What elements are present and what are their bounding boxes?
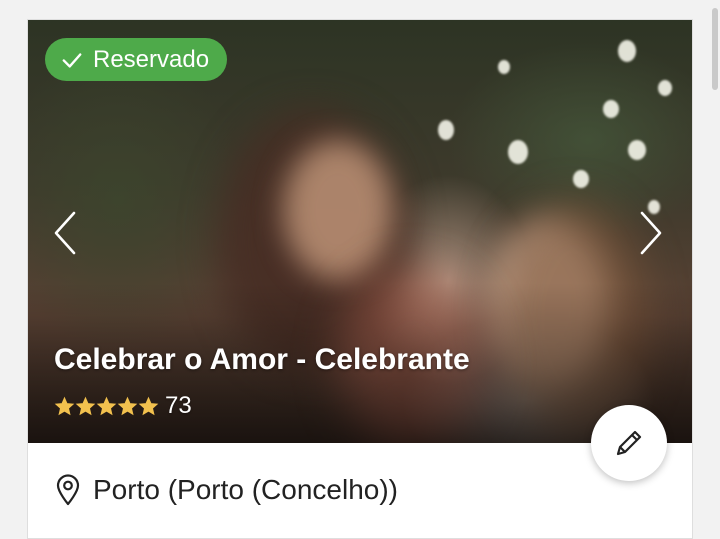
star-icon (117, 396, 138, 415)
star-icon (138, 396, 159, 415)
status-badge: Reservado (45, 38, 228, 81)
star-icon (75, 396, 96, 415)
review-count: 73 (165, 392, 192, 419)
pencil-icon (616, 430, 642, 456)
edit-button[interactable] (591, 405, 667, 481)
chevron-left-icon[interactable] (50, 210, 80, 256)
chevron-right-icon[interactable] (636, 210, 666, 256)
vendor-photo[interactable]: Reservado Celebrar o Amor - Celebrante 7… (28, 20, 692, 443)
vendor-card[interactable]: Reservado Celebrar o Amor - Celebrante 7… (27, 19, 693, 539)
star-icon (96, 396, 117, 415)
vendor-name[interactable]: Celebrar o Amor - Celebrante (54, 343, 470, 377)
check-icon (62, 52, 82, 68)
vendor-location: Porto (Porto (Concelho)) (55, 474, 398, 506)
location-text: Porto (Porto (Concelho)) (93, 474, 399, 505)
star-icon (54, 396, 75, 415)
vendor-rating: 73 (54, 392, 192, 420)
location-pin-icon (56, 474, 80, 506)
page-scrollbar[interactable] (712, 8, 718, 90)
status-badge-label: Reservado (93, 45, 210, 73)
rating-stars (54, 396, 159, 417)
